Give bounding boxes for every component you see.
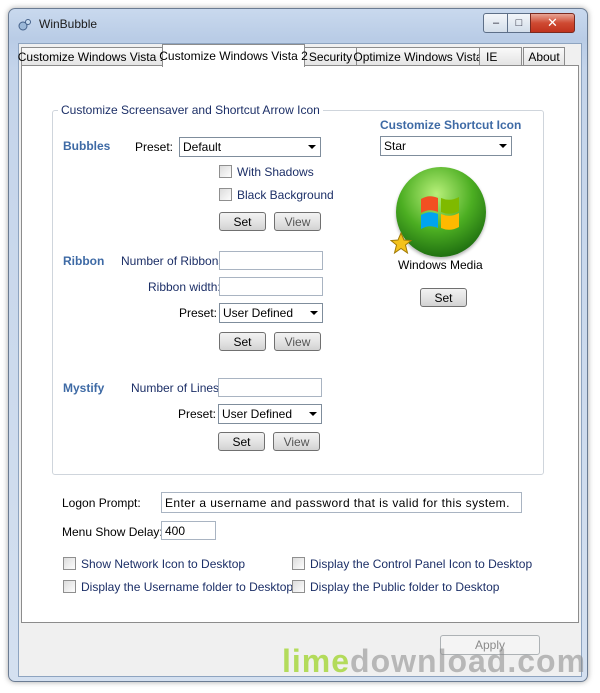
with-shadows-checkbox[interactable] — [219, 165, 232, 178]
chevron-down-icon — [309, 412, 317, 416]
close-button[interactable]: ✕ — [530, 13, 575, 33]
tab-panel: Customize Screensaver and Shortcut Arrow… — [21, 65, 579, 623]
watermark-part2: download.com — [350, 643, 587, 679]
logon-prompt-label: Logon Prompt: — [62, 496, 141, 510]
control-panel-checkbox[interactable] — [292, 557, 305, 570]
bubbles-section-title: Bubbles — [63, 139, 111, 153]
app-bubble-icon — [18, 19, 31, 31]
mystify-view-button[interactable]: View — [273, 432, 320, 451]
logon-prompt-input[interactable] — [161, 492, 522, 513]
mystify-set-button[interactable]: Set — [218, 432, 265, 451]
star-icon — [390, 232, 412, 254]
mystify-lines-input[interactable] — [218, 378, 322, 397]
watermark: limedownload.com — [282, 643, 586, 680]
chevron-down-icon — [308, 145, 316, 149]
ribbon-width-label: Ribbon width: — [148, 280, 221, 294]
minimize-button[interactable]: – — [483, 13, 509, 33]
public-folder-checkbox[interactable] — [292, 580, 305, 593]
network-icon-label: Show Network Icon to Desktop — [81, 557, 246, 571]
network-icon-checkbox[interactable] — [63, 557, 76, 570]
client-area: Customize Windows Vista 1 Customize Wind… — [18, 43, 582, 677]
bubbles-preset-label: Preset: — [135, 140, 174, 154]
screensaver-group-title: Customize Screensaver and Shortcut Arrow… — [58, 103, 323, 117]
black-background-label: Black Background — [237, 188, 334, 202]
black-background-checkbox[interactable] — [219, 188, 232, 201]
maximize-icon: □ — [515, 17, 523, 29]
tab-ie[interactable]: IE — [479, 47, 522, 65]
shortcut-icon-title: Customize Shortcut Icon — [380, 118, 522, 132]
ribbon-number-label: Number of Ribbons: — [121, 254, 228, 268]
tab-optimize-vista[interactable]: Optimize Windows Vista — [353, 47, 483, 66]
chevron-down-icon — [499, 144, 507, 148]
ribbon-set-button[interactable]: Set — [219, 332, 266, 351]
minimize-icon: – — [492, 17, 500, 29]
bubbles-set-button[interactable]: Set — [219, 212, 266, 231]
mystify-lines-label: Number of Lines: — [131, 381, 223, 395]
shortcut-icon-select[interactable]: Star — [380, 136, 512, 156]
close-icon: ✕ — [547, 15, 558, 30]
with-shadows-label: With Shadows — [237, 165, 314, 179]
tab-customize-vista-2[interactable]: Customize Windows Vista 2 — [159, 44, 308, 67]
username-folder-checkbox[interactable] — [63, 580, 76, 593]
window-title: WinBubble — [39, 17, 98, 31]
bubbles-preset-select[interactable]: Default — [179, 137, 321, 157]
ribbon-number-input[interactable] — [219, 251, 323, 270]
ribbon-width-input[interactable] — [219, 277, 323, 296]
chevron-down-icon — [310, 311, 318, 315]
mystify-preset-select[interactable]: User Defined — [218, 404, 322, 424]
menu-delay-input[interactable] — [161, 521, 216, 540]
app-window: WinBubble – □ ✕ Customize Windows Vista … — [8, 8, 588, 682]
mystify-preset-label: Preset: — [178, 407, 217, 421]
ribbon-preset-value: User Defined — [223, 306, 294, 320]
mystify-section-title: Mystify — [63, 381, 105, 395]
mystify-preset-value: User Defined — [222, 407, 293, 421]
shortcut-icon-preview: Windows Media — [380, 159, 500, 277]
tab-security[interactable]: Security — [304, 47, 357, 66]
ribbon-preset-select[interactable]: User Defined — [219, 303, 323, 323]
bubbles-preset-value: Default — [183, 140, 222, 154]
watermark-part1: lime — [282, 643, 351, 679]
ribbon-section-title: Ribbon — [63, 254, 105, 268]
control-panel-label: Display the Control Panel Icon to Deskto… — [310, 557, 533, 571]
menu-delay-label: Menu Show Delay: — [62, 525, 163, 539]
tab-about[interactable]: About — [523, 47, 565, 66]
shortcut-icon-value: Star — [384, 139, 407, 153]
shortcut-set-button[interactable]: Set — [420, 288, 467, 307]
tab-customize-vista-1[interactable]: Customize Windows Vista 1 — [18, 47, 166, 66]
title-bar[interactable]: WinBubble – □ ✕ — [9, 9, 587, 39]
public-folder-label: Display the Public folder to Desktop — [310, 580, 500, 594]
preview-caption: Windows Media — [398, 258, 483, 272]
bubbles-view-button[interactable]: View — [274, 212, 321, 231]
ribbon-preset-label: Preset: — [179, 306, 218, 320]
username-folder-label: Display the Username folder to Desktop — [81, 580, 294, 594]
ribbon-view-button[interactable]: View — [274, 332, 321, 351]
maximize-button[interactable]: □ — [507, 13, 531, 33]
